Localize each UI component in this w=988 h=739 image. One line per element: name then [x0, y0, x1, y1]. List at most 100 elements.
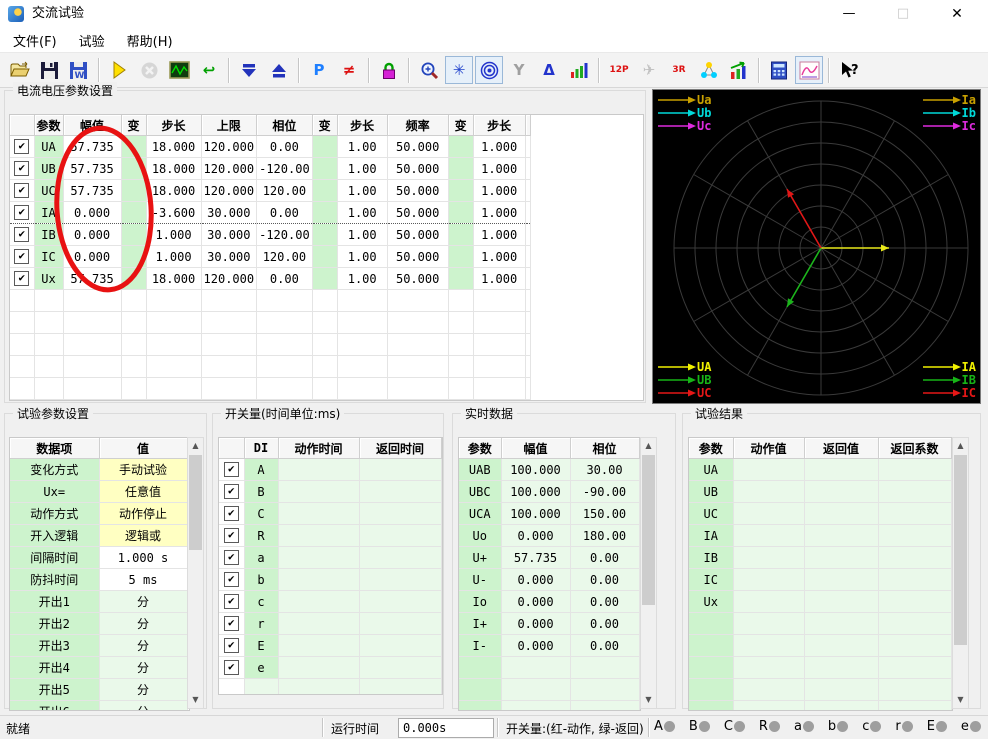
start-test-icon[interactable]	[105, 56, 133, 84]
undo-icon[interactable]: ↩	[195, 56, 223, 84]
scroll-up-button[interactable]: ▲	[641, 438, 656, 454]
scroll-down-button[interactable]: ▼	[953, 692, 968, 708]
vector-group-icon[interactable]	[695, 56, 723, 84]
param-value-cell[interactable]	[448, 224, 473, 246]
param-value-cell[interactable]: 30.000	[201, 224, 257, 246]
save-icon[interactable]	[35, 56, 63, 84]
tp-value-cell[interactable]: 5 ms	[99, 569, 187, 591]
param-value-cell[interactable]	[121, 224, 146, 246]
tp-value-cell[interactable]: 分	[99, 591, 187, 613]
param-value-cell[interactable]	[121, 268, 146, 290]
sw-row-checkbox[interactable]: ✔	[219, 657, 244, 679]
zoom-icon[interactable]	[415, 56, 443, 84]
param-row-checkbox[interactable]: ✔	[10, 224, 34, 246]
param-value-cell[interactable]: 1.000	[473, 202, 525, 224]
param-value-cell[interactable]: 50.000	[387, 158, 448, 180]
param-value-cell[interactable]	[448, 202, 473, 224]
param-value-cell[interactable]: 57.735	[63, 180, 121, 202]
test-3r-icon[interactable]: 3R	[665, 56, 693, 84]
param-value-cell[interactable]: 0.000	[63, 202, 121, 224]
param-value-cell[interactable]: 1.00	[337, 202, 387, 224]
param-value-cell[interactable]: 0.00	[257, 268, 313, 290]
menu-item-test[interactable]: 试验	[68, 28, 116, 53]
param-value-cell[interactable]: 30.000	[201, 246, 257, 268]
context-help-icon[interactable]: ?	[835, 56, 863, 84]
param-value-cell[interactable]: 30.000	[201, 202, 257, 224]
param-value-cell[interactable]: 1.00	[337, 180, 387, 202]
param-value-cell[interactable]: 0.00	[257, 136, 313, 158]
tp-value-cell[interactable]: 分	[99, 613, 187, 635]
tp-value-cell[interactable]: 分	[99, 679, 187, 701]
param-value-cell[interactable]	[312, 246, 337, 268]
sw-row-checkbox[interactable]: ✔	[219, 547, 244, 569]
param-row-checkbox[interactable]: ✔	[10, 202, 34, 224]
param-value-cell[interactable]: 18.000	[146, 268, 201, 290]
lock-icon[interactable]	[375, 56, 403, 84]
param-value-cell[interactable]: 120.000	[201, 158, 257, 180]
param-value-cell[interactable]: 0.000	[63, 224, 121, 246]
param-value-cell[interactable]: 1.000	[473, 268, 525, 290]
param-value-cell[interactable]: -120.00	[257, 224, 313, 246]
param-value-cell[interactable]	[312, 158, 337, 180]
results-scrollbar[interactable]: ▲ ▼	[952, 437, 969, 709]
sw-row-checkbox[interactable]: ✔	[219, 591, 244, 613]
param-row-checkbox[interactable]: ✔	[10, 180, 34, 202]
sw-row-checkbox[interactable]: ✔	[219, 635, 244, 657]
tp-value-cell[interactable]: 分	[99, 657, 187, 679]
realtime-scrollbar[interactable]: ▲ ▼	[640, 437, 657, 709]
param-value-cell[interactable]: 18.000	[146, 158, 201, 180]
calculator-icon[interactable]	[765, 56, 793, 84]
param-value-cell[interactable]	[448, 268, 473, 290]
step-down-icon[interactable]	[235, 56, 263, 84]
scrollbar-thumb[interactable]	[642, 455, 655, 605]
wye-connection-icon[interactable]: Y	[505, 56, 533, 84]
param-value-cell[interactable]: 1.00	[337, 136, 387, 158]
export-report-icon[interactable]: W	[65, 56, 93, 84]
menu-item-help[interactable]: 帮助(H)	[116, 28, 184, 53]
param-row-checkbox[interactable]: ✔	[10, 136, 34, 158]
param-value-cell[interactable]: 1.00	[337, 158, 387, 180]
open-file-icon[interactable]	[5, 56, 33, 84]
phase-mode-icon[interactable]: P	[305, 56, 333, 84]
sw-row-checkbox[interactable]: ✔	[219, 481, 244, 503]
param-value-cell[interactable]: 50.000	[387, 224, 448, 246]
param-row-checkbox[interactable]: ✔	[10, 268, 34, 290]
param-value-cell[interactable]	[312, 180, 337, 202]
param-value-cell[interactable]	[312, 224, 337, 246]
test-params-scrollbar[interactable]: ▲ ▼	[187, 437, 204, 709]
param-value-cell[interactable]: 1.000	[146, 224, 201, 246]
test-12p-icon[interactable]: 12P	[605, 56, 633, 84]
sw-row-checkbox[interactable]: ✔	[219, 459, 244, 481]
tp-value-cell[interactable]: 1.000 s	[99, 547, 187, 569]
param-value-cell[interactable]: 120.000	[201, 136, 257, 158]
param-value-cell[interactable]: -120.00	[257, 158, 313, 180]
waveform-display-icon[interactable]	[165, 56, 193, 84]
param-value-cell[interactable]: 57.735	[63, 268, 121, 290]
param-value-cell[interactable]: 0.00	[257, 202, 313, 224]
burst-view-icon[interactable]: ✳	[445, 56, 473, 84]
scroll-down-button[interactable]: ▼	[641, 692, 656, 708]
minimize-button[interactable]: —	[832, 0, 866, 28]
scroll-down-button[interactable]: ▼	[188, 692, 203, 708]
param-value-cell[interactable]: 18.000	[146, 180, 201, 202]
tp-value-cell[interactable]: 分	[99, 701, 187, 712]
param-value-cell[interactable]	[448, 158, 473, 180]
param-value-cell[interactable]: 18.000	[146, 136, 201, 158]
param-value-cell[interactable]	[121, 158, 146, 180]
close-button[interactable]: ✕	[940, 0, 974, 28]
param-value-cell[interactable]	[312, 202, 337, 224]
step-up-icon[interactable]	[265, 56, 293, 84]
param-value-cell[interactable]: 1.000	[473, 224, 525, 246]
param-value-cell[interactable]: 1.00	[337, 268, 387, 290]
param-value-cell[interactable]: -3.600	[146, 202, 201, 224]
sw-row-checkbox[interactable]: ✔	[219, 613, 244, 635]
param-value-cell[interactable]: 120.000	[201, 268, 257, 290]
param-value-cell[interactable]	[121, 202, 146, 224]
tp-value-cell[interactable]: 动作停止	[99, 503, 187, 525]
param-value-cell[interactable]	[312, 268, 337, 290]
scrollbar-thumb[interactable]	[954, 455, 967, 645]
tp-value-cell[interactable]: 逻辑或	[99, 525, 187, 547]
param-value-cell[interactable]: 1.000	[473, 246, 525, 268]
scrollbar-thumb[interactable]	[189, 455, 202, 550]
tp-value-cell[interactable]: 分	[99, 635, 187, 657]
